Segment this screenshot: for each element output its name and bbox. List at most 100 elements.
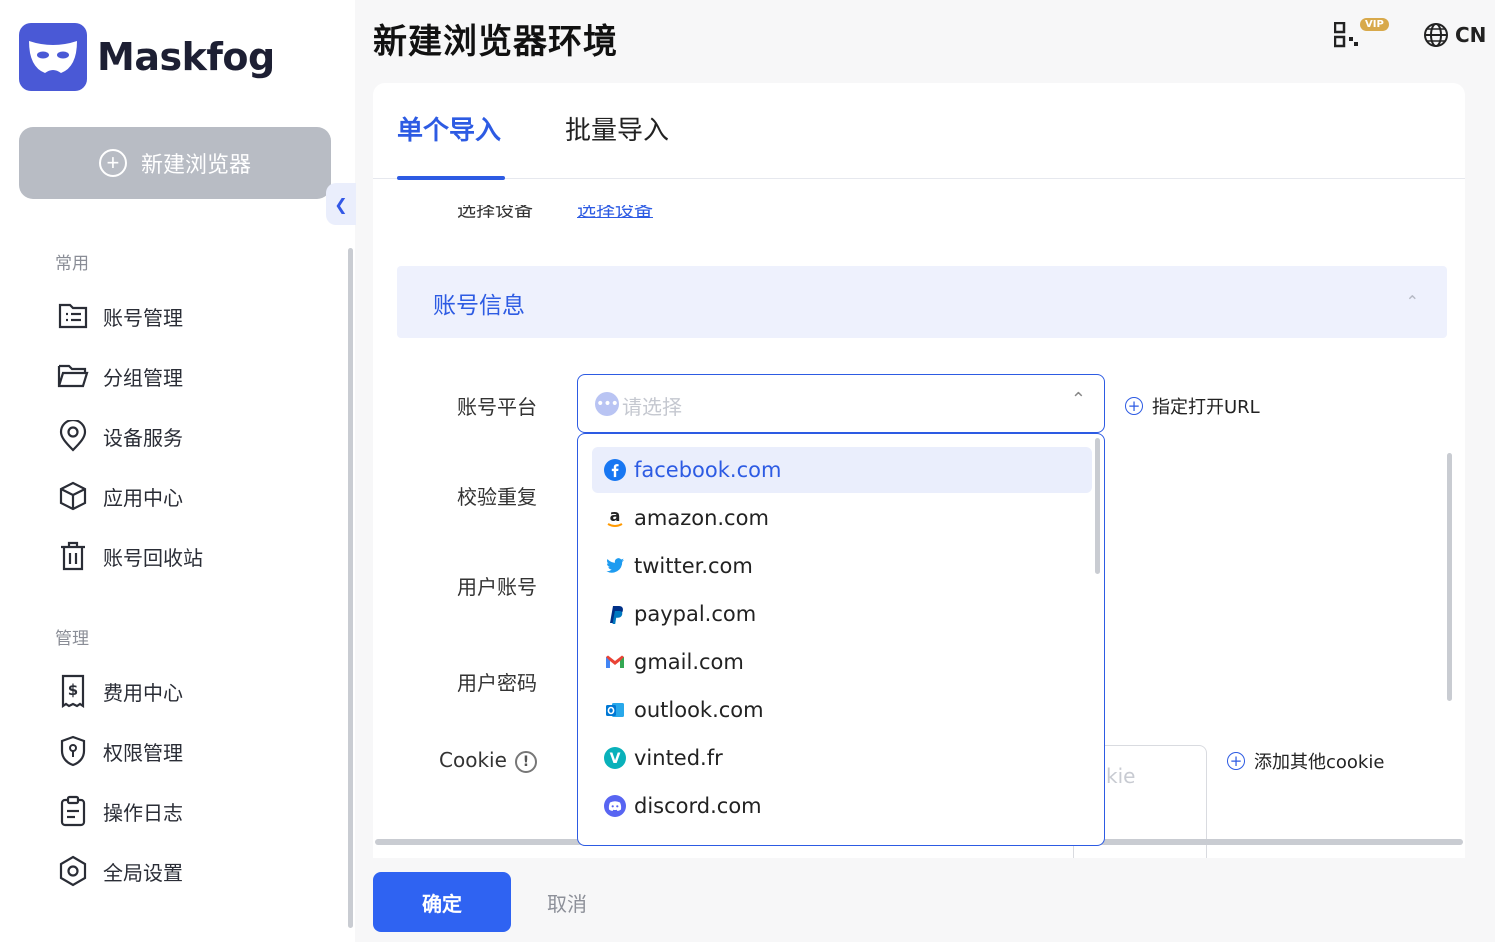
chevron-up-icon: ⌃ — [1070, 389, 1086, 410]
sidebar-item-recycle-bin[interactable]: 账号回收站 — [56, 538, 203, 574]
language-label: CN — [1455, 23, 1487, 47]
select-device-link[interactable]: 选择设备 — [577, 205, 653, 221]
dropdown-option-paypal[interactable]: paypal.com — [592, 591, 1092, 637]
platform-label: 账号平台 — [457, 395, 537, 419]
password-label: 用户密码 — [457, 671, 537, 695]
platform-placeholder: 请选择 — [622, 395, 682, 419]
sidebar-item-permissions[interactable]: 权限管理 — [56, 733, 183, 769]
cookie-label-row: Cookie! — [439, 748, 537, 773]
device-label: 选择设备 — [457, 205, 534, 221]
dropdown-option-label: vinted.fr — [634, 746, 723, 770]
dropdown-option-label: facebook.com — [634, 458, 782, 482]
clipboard-icon — [56, 794, 90, 828]
logo[interactable]: Maskfog — [19, 23, 275, 91]
cancel-button[interactable]: 取消 — [547, 888, 587, 917]
new-browser-label: 新建浏览器 — [140, 152, 251, 177]
dropdown-option-twitter[interactable]: twitter.com — [592, 543, 1092, 589]
specify-url-button[interactable]: + 指定打开URL — [1125, 393, 1260, 419]
folder-icon — [56, 359, 90, 393]
platform-dropdown: facebook.com a amazon.com twitter.com pa… — [577, 433, 1105, 846]
sidebar-item-label: 账号回收站 — [103, 545, 203, 570]
svg-text:a: a — [610, 507, 621, 525]
sidebar-item-account-management[interactable]: 账号管理 — [56, 298, 183, 334]
dropdown-option-label: amazon.com — [634, 506, 769, 530]
import-tabs: 单个导入 批量导入 — [373, 83, 1465, 180]
dropdown-option-facebook[interactable]: facebook.com — [592, 447, 1092, 493]
footer-bar — [355, 858, 1495, 942]
active-tab-indicator — [397, 176, 505, 180]
sidebar-item-label: 操作日志 — [103, 800, 183, 825]
qr-code-icon[interactable] — [1333, 21, 1360, 52]
sidebar-item-billing[interactable]: $ 费用中心 — [56, 673, 183, 709]
dropdown-option-vinted[interactable]: V vinted.fr — [592, 735, 1092, 781]
cookie-placeholder: kie — [1106, 764, 1136, 788]
tab-single-import[interactable]: 单个导入 — [397, 110, 501, 147]
shield-icon — [56, 734, 90, 768]
outlook-icon — [602, 697, 628, 723]
add-cookie-label: 添加其他cookie — [1254, 752, 1385, 773]
settings-hexagon-icon — [56, 854, 90, 888]
plus-circle-icon: + — [1227, 752, 1245, 770]
dropdown-option-label: paypal.com — [634, 602, 757, 626]
plus-circle-icon: + — [98, 149, 127, 177]
section-manage-label: 管理 — [55, 629, 89, 649]
info-icon[interactable]: ! — [514, 750, 537, 773]
add-cookie-button[interactable]: + 添加其他cookie — [1227, 748, 1384, 774]
dropdown-option-discord[interactable]: discord.com — [592, 783, 1092, 829]
sidebar-item-label: 应用中心 — [103, 485, 183, 510]
facebook-icon — [602, 457, 628, 483]
new-browser-button[interactable]: + 新建浏览器 — [19, 127, 331, 199]
paypal-icon — [602, 601, 628, 627]
sidebar-item-label: 权限管理 — [103, 740, 183, 765]
confirm-button[interactable]: 确定 — [373, 872, 511, 932]
dropdown-scrollbar[interactable] — [1095, 438, 1100, 574]
plus-circle-icon: + — [1125, 397, 1143, 415]
panel-scrollbar[interactable] — [1447, 453, 1452, 701]
amazon-icon: a — [602, 505, 628, 531]
vip-badge: VIP — [1360, 18, 1389, 31]
sidebar-scrollbar[interactable] — [348, 248, 353, 928]
dropdown-option-outlook[interactable]: outlook.com — [592, 687, 1092, 733]
page-title: 新建浏览器环境 — [373, 22, 618, 62]
sidebar-item-app-center[interactable]: 应用中心 — [56, 478, 183, 514]
chevron-left-icon: ❮ — [334, 194, 348, 214]
location-pin-icon — [56, 419, 90, 453]
username-label: 用户账号 — [457, 575, 537, 599]
sidebar-item-global-settings[interactable]: 全局设置 — [56, 853, 183, 889]
account-info-section-header[interactable]: 账号信息 ⌃ — [397, 266, 1447, 338]
dropdown-option-amazon[interactable]: a amazon.com — [592, 495, 1092, 541]
twitter-icon — [602, 553, 628, 579]
sidebar: Maskfog + 新建浏览器 常用 账号管理 分组管理 设备服务 应用中心 账… — [0, 0, 355, 942]
collapse-sidebar-button[interactable]: ❮ — [326, 183, 356, 225]
tab-batch-import[interactable]: 批量导入 — [565, 110, 669, 147]
sidebar-item-device-service[interactable]: 设备服务 — [56, 418, 183, 454]
discord-icon — [602, 793, 628, 819]
language-switcher[interactable]: CN — [1423, 22, 1486, 48]
sidebar-item-label: 全局设置 — [103, 860, 183, 885]
bill-icon: $ — [56, 674, 90, 708]
dropdown-option-gmail[interactable]: gmail.com — [592, 639, 1092, 685]
section-title: 账号信息 — [433, 293, 525, 319]
dedupe-label: 校验重复 — [457, 485, 537, 509]
sidebar-item-label: 分组管理 — [103, 365, 183, 390]
sidebar-item-operation-log[interactable]: 操作日志 — [56, 793, 183, 829]
specify-url-label: 指定打开URL — [1152, 397, 1260, 418]
vinted-icon: V — [602, 745, 628, 771]
gmail-icon — [602, 649, 628, 675]
sidebar-item-group-management[interactable]: 分组管理 — [56, 358, 183, 394]
dropdown-option-label: outlook.com — [634, 698, 764, 722]
svg-text:V: V — [610, 751, 621, 767]
sidebar-item-label: 设备服务 — [103, 425, 183, 450]
chevron-up-icon: ⌃ — [1405, 292, 1419, 311]
cookie-label: Cookie — [439, 748, 507, 772]
mask-logo-icon — [19, 23, 87, 91]
dropdown-option-label: discord.com — [634, 794, 762, 818]
sidebar-item-label: 费用中心 — [103, 680, 183, 705]
platform-select[interactable]: ••• 请选择 ⌃ — [577, 374, 1105, 433]
sidebar-item-label: 账号管理 — [103, 305, 183, 330]
account-list-icon — [56, 299, 90, 333]
more-dots-icon: ••• — [595, 392, 619, 416]
app-name: Maskfog — [97, 35, 275, 79]
dropdown-option-label: gmail.com — [634, 650, 744, 674]
svg-text:$: $ — [68, 681, 78, 699]
